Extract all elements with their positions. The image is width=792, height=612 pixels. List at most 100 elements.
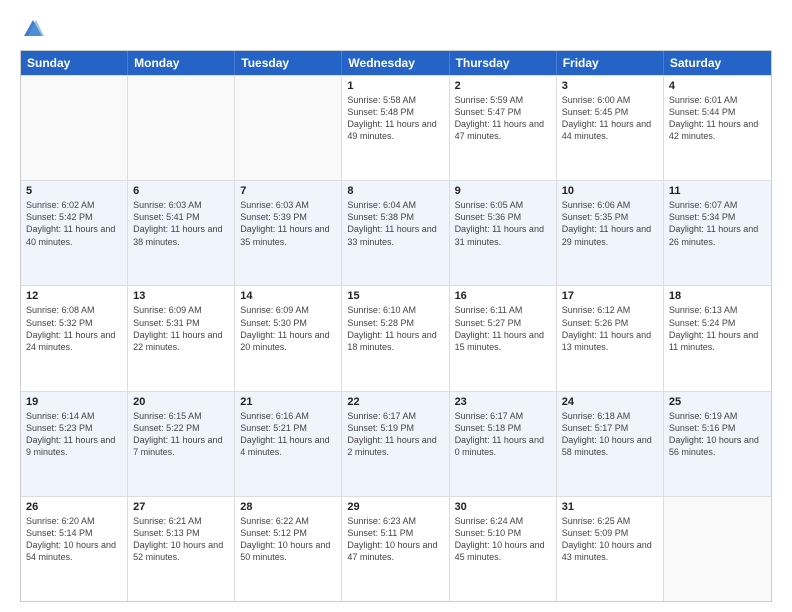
calendar-cell xyxy=(235,76,342,180)
calendar-cell: 3 Sunrise: 6:00 AM Sunset: 5:45 PM Daylig… xyxy=(557,76,664,180)
calendar-cell: 9Sunrise: 6:05 AM Sunset: 5:36 PM Daylig… xyxy=(450,181,557,285)
day-number: 13 xyxy=(133,290,229,302)
cell-info: Sunrise: 5:58 AM Sunset: 5:48 PM Dayligh… xyxy=(347,94,443,143)
calendar-cell: 31 Sunrise: 6:25 AM Sunset: 5:09 PM Dayli… xyxy=(557,497,664,601)
calendar-cell: 6 Sunrise: 6:03 AM Sunset: 5:41 PM Daylig… xyxy=(128,181,235,285)
calendar-cell: 4 Sunrise: 6:01 AM Sunset: 5:44 PM Daylig… xyxy=(664,76,771,180)
calendar-cell: 16 Sunrise: 6:11 AM Sunset: 5:27 PM Dayli… xyxy=(450,286,557,390)
cell-info: Sunrise: 6:05 AM Sunset: 5:36 PM Dayligh… xyxy=(455,199,551,248)
calendar-cell: 11 Sunrise: 6:07 AM Sunset: 5:34 PM Dayli… xyxy=(664,181,771,285)
calendar-body: 1 Sunrise: 5:58 AM Sunset: 5:48 PM Daylig… xyxy=(21,75,771,601)
cell-info: Sunrise: 6:03 AM Sunset: 5:39 PM Dayligh… xyxy=(240,199,336,248)
calendar-cell: 25 Sunrise: 6:19 AM Sunset: 5:16 PM Dayli… xyxy=(664,392,771,496)
calendar-cell: 27 Sunrise: 6:21 AM Sunset: 5:13 PM Dayli… xyxy=(128,497,235,601)
day-number: 22 xyxy=(347,396,443,408)
calendar-cell: 7 Sunrise: 6:03 AM Sunset: 5:39 PM Daylig… xyxy=(235,181,342,285)
day-number: 24 xyxy=(562,396,658,408)
calendar: SundayMondayTuesdayWednesdayThursdayFrid… xyxy=(20,50,772,602)
day-number: 15 xyxy=(347,290,443,302)
day-number: 31 xyxy=(562,501,658,513)
day-number: 28 xyxy=(240,501,336,513)
cell-info: Sunrise: 6:03 AM Sunset: 5:41 PM Dayligh… xyxy=(133,199,229,248)
cell-info: Sunrise: 6:00 AM Sunset: 5:45 PM Dayligh… xyxy=(562,94,658,143)
logo-icon xyxy=(22,18,44,40)
calendar-cell: 2 Sunrise: 5:59 AM Sunset: 5:47 PM Daylig… xyxy=(450,76,557,180)
calendar-week-2: 5 Sunrise: 6:02 AM Sunset: 5:42 PM Daylig… xyxy=(21,180,771,285)
calendar-cell: 12 Sunrise: 6:08 AM Sunset: 5:32 PM Dayli… xyxy=(21,286,128,390)
page: SundayMondayTuesdayWednesdayThursdayFrid… xyxy=(0,0,792,612)
day-number: 18 xyxy=(669,290,766,302)
header-day-friday: Friday xyxy=(557,51,664,75)
cell-info: Sunrise: 6:24 AM Sunset: 5:10 PM Dayligh… xyxy=(455,515,551,564)
cell-info: Sunrise: 6:07 AM Sunset: 5:34 PM Dayligh… xyxy=(669,199,766,248)
cell-info: Sunrise: 6:08 AM Sunset: 5:32 PM Dayligh… xyxy=(26,304,122,353)
cell-info: Sunrise: 6:11 AM Sunset: 5:27 PM Dayligh… xyxy=(455,304,551,353)
cell-info: Sunrise: 6:25 AM Sunset: 5:09 PM Dayligh… xyxy=(562,515,658,564)
cell-info: Sunrise: 5:59 AM Sunset: 5:47 PM Dayligh… xyxy=(455,94,551,143)
day-number: 8 xyxy=(347,185,443,197)
day-number: 3 xyxy=(562,80,658,92)
calendar-cell: 5 Sunrise: 6:02 AM Sunset: 5:42 PM Daylig… xyxy=(21,181,128,285)
calendar-cell: 30Sunrise: 6:24 AM Sunset: 5:10 PM Dayli… xyxy=(450,497,557,601)
calendar-cell xyxy=(21,76,128,180)
header-day-saturday: Saturday xyxy=(664,51,771,75)
calendar-cell: 26Sunrise: 6:20 AM Sunset: 5:14 PM Dayli… xyxy=(21,497,128,601)
cell-info: Sunrise: 6:02 AM Sunset: 5:42 PM Dayligh… xyxy=(26,199,122,248)
day-number: 2 xyxy=(455,80,551,92)
day-number: 26 xyxy=(26,501,122,513)
day-number: 4 xyxy=(669,80,766,92)
calendar-cell: 18 Sunrise: 6:13 AM Sunset: 5:24 PM Dayli… xyxy=(664,286,771,390)
calendar-cell: 10Sunrise: 6:06 AM Sunset: 5:35 PM Dayli… xyxy=(557,181,664,285)
cell-info: Sunrise: 6:19 AM Sunset: 5:16 PM Dayligh… xyxy=(669,410,766,459)
calendar-cell: 29Sunrise: 6:23 AM Sunset: 5:11 PM Dayli… xyxy=(342,497,449,601)
day-number: 17 xyxy=(562,290,658,302)
header-day-tuesday: Tuesday xyxy=(235,51,342,75)
calendar-week-3: 12 Sunrise: 6:08 AM Sunset: 5:32 PM Dayli… xyxy=(21,285,771,390)
cell-info: Sunrise: 6:04 AM Sunset: 5:38 PM Dayligh… xyxy=(347,199,443,248)
cell-info: Sunrise: 6:10 AM Sunset: 5:28 PM Dayligh… xyxy=(347,304,443,353)
day-number: 23 xyxy=(455,396,551,408)
cell-info: Sunrise: 6:17 AM Sunset: 5:19 PM Dayligh… xyxy=(347,410,443,459)
day-number: 16 xyxy=(455,290,551,302)
day-number: 1 xyxy=(347,80,443,92)
calendar-cell: 22 Sunrise: 6:17 AM Sunset: 5:19 PM Dayli… xyxy=(342,392,449,496)
calendar-week-1: 1 Sunrise: 5:58 AM Sunset: 5:48 PM Daylig… xyxy=(21,75,771,180)
logo xyxy=(20,18,44,40)
calendar-cell: 14Sunrise: 6:09 AM Sunset: 5:30 PM Dayli… xyxy=(235,286,342,390)
header-day-wednesday: Wednesday xyxy=(342,51,449,75)
day-number: 21 xyxy=(240,396,336,408)
cell-info: Sunrise: 6:16 AM Sunset: 5:21 PM Dayligh… xyxy=(240,410,336,459)
calendar-cell: 17 Sunrise: 6:12 AM Sunset: 5:26 PM Dayli… xyxy=(557,286,664,390)
cell-info: Sunrise: 6:09 AM Sunset: 5:31 PM Dayligh… xyxy=(133,304,229,353)
calendar-cell: 20 Sunrise: 6:15 AM Sunset: 5:22 PM Dayli… xyxy=(128,392,235,496)
calendar-cell: 28 Sunrise: 6:22 AM Sunset: 5:12 PM Dayli… xyxy=(235,497,342,601)
calendar-cell: 21 Sunrise: 6:16 AM Sunset: 5:21 PM Dayli… xyxy=(235,392,342,496)
calendar-cell xyxy=(128,76,235,180)
cell-info: Sunrise: 6:12 AM Sunset: 5:26 PM Dayligh… xyxy=(562,304,658,353)
day-number: 6 xyxy=(133,185,229,197)
cell-info: Sunrise: 6:14 AM Sunset: 5:23 PM Dayligh… xyxy=(26,410,122,459)
cell-info: Sunrise: 6:13 AM Sunset: 5:24 PM Dayligh… xyxy=(669,304,766,353)
cell-info: Sunrise: 6:15 AM Sunset: 5:22 PM Dayligh… xyxy=(133,410,229,459)
calendar-header-row: SundayMondayTuesdayWednesdayThursdayFrid… xyxy=(21,51,771,75)
day-number: 14 xyxy=(240,290,336,302)
calendar-cell: 1 Sunrise: 5:58 AM Sunset: 5:48 PM Daylig… xyxy=(342,76,449,180)
cell-info: Sunrise: 6:22 AM Sunset: 5:12 PM Dayligh… xyxy=(240,515,336,564)
day-number: 20 xyxy=(133,396,229,408)
day-number: 12 xyxy=(26,290,122,302)
calendar-week-4: 19Sunrise: 6:14 AM Sunset: 5:23 PM Dayli… xyxy=(21,391,771,496)
calendar-cell xyxy=(664,497,771,601)
calendar-cell: 8 Sunrise: 6:04 AM Sunset: 5:38 PM Daylig… xyxy=(342,181,449,285)
day-number: 11 xyxy=(669,185,766,197)
day-number: 7 xyxy=(240,185,336,197)
calendar-cell: 23Sunrise: 6:17 AM Sunset: 5:18 PM Dayli… xyxy=(450,392,557,496)
day-number: 5 xyxy=(26,185,122,197)
header-day-sunday: Sunday xyxy=(21,51,128,75)
header-day-monday: Monday xyxy=(128,51,235,75)
day-number: 25 xyxy=(669,396,766,408)
header-day-thursday: Thursday xyxy=(450,51,557,75)
cell-info: Sunrise: 6:21 AM Sunset: 5:13 PM Dayligh… xyxy=(133,515,229,564)
cell-info: Sunrise: 6:01 AM Sunset: 5:44 PM Dayligh… xyxy=(669,94,766,143)
day-number: 27 xyxy=(133,501,229,513)
cell-info: Sunrise: 6:06 AM Sunset: 5:35 PM Dayligh… xyxy=(562,199,658,248)
